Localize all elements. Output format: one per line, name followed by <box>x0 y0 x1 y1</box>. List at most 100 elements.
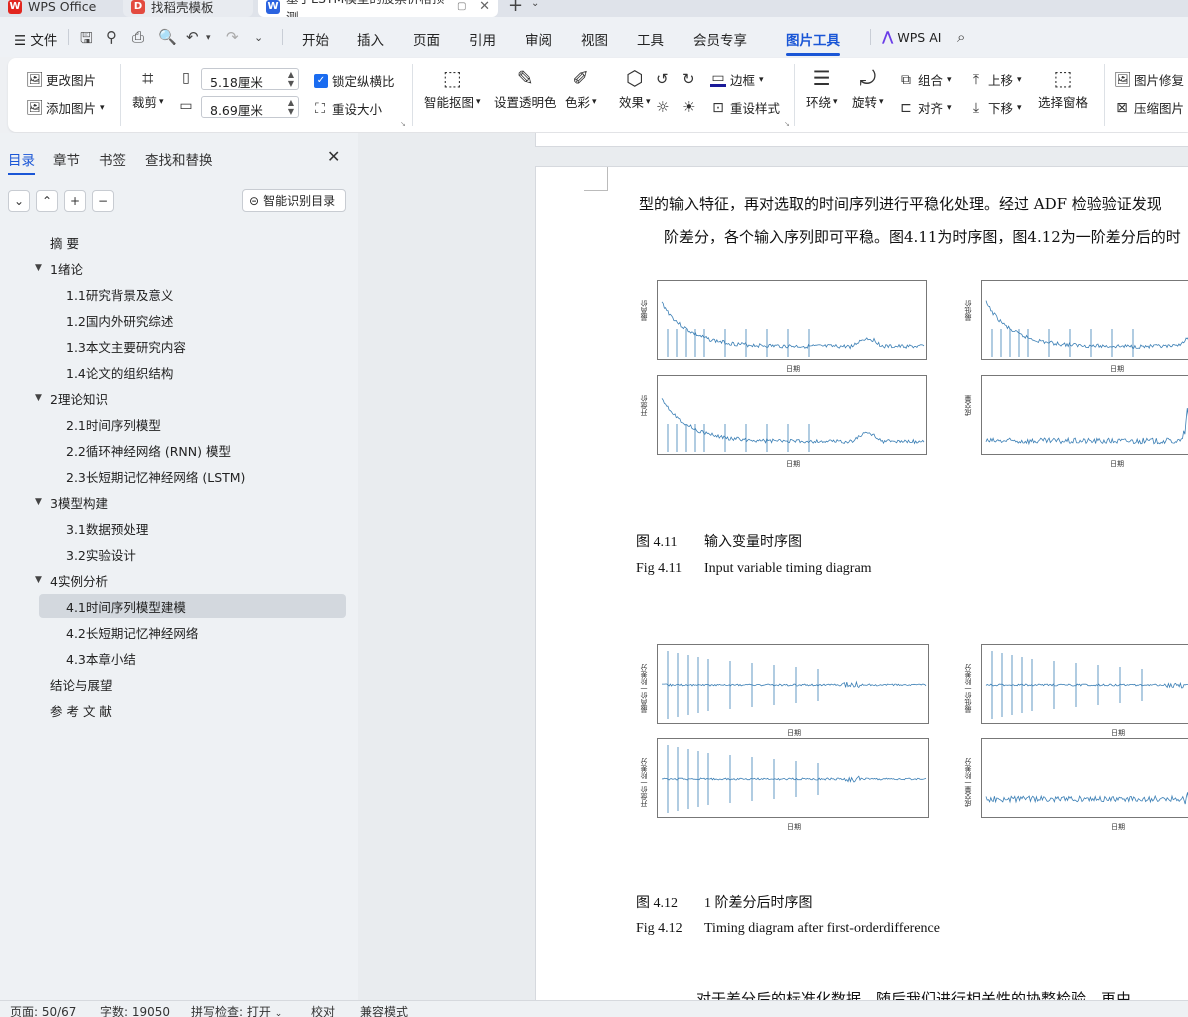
expand-triangle-icon[interactable]: ▼ <box>35 497 42 507</box>
smart-toc-button[interactable]: ⊝ 智能识别目录 <box>242 189 346 212</box>
toc-item[interactable]: 4.3本章小结 <box>66 646 136 670</box>
time-series-plot: 最高价 日期 <box>639 280 939 378</box>
toc-item[interactable]: 2.2循环神经网络 (RNN) 模型 <box>66 438 231 462</box>
toc-item[interactable]: ▼ 1绪论 <box>35 256 83 280</box>
border-button[interactable]: ▭ 边框 ▾ <box>710 70 764 89</box>
wrap-button[interactable]: ☰ 环绕 ▾ <box>806 64 838 111</box>
format-painter-icon[interactable]: ⚲ <box>106 28 117 46</box>
toc-item[interactable]: 摘 要 <box>50 230 79 254</box>
new-tab-icon[interactable]: + <box>508 0 523 16</box>
restore-icon[interactable]: ▢ <box>457 1 466 12</box>
toc-item[interactable]: 3.2实验设计 <box>66 542 136 566</box>
expand-triangle-icon[interactable]: ▼ <box>35 393 42 403</box>
redo-icon[interactable]: ↷ <box>226 28 239 46</box>
menu-home[interactable]: 开始 <box>302 29 329 49</box>
tab-find-replace[interactable]: 查找和替换 <box>145 149 213 169</box>
expand-triangle-icon[interactable]: ▼ <box>35 263 42 273</box>
width-input[interactable]: 5.18厘米 ▲ ▼ <box>201 68 299 90</box>
expand-triangle-icon[interactable]: ▼ <box>35 575 42 585</box>
print-icon[interactable]: ⎙ <box>132 28 144 46</box>
undo-dropdown-icon[interactable]: ▾ <box>206 33 211 43</box>
tab-chapters[interactable]: 章节 <box>53 149 80 169</box>
picture-tools-ribbon: 🖼 更改图片 🖼 添加图片 ▾ ⌗ 裁剪 ▾ ▯ 5.18厘米 ▲ ▼ ▭ 8.69… <box>8 58 1188 132</box>
spell-check-toggle[interactable]: 拼写检查: 打开 ⌄ <box>191 1003 282 1017</box>
menu-membership[interactable]: 会员专享 <box>693 29 747 49</box>
expand-up-button[interactable]: ⌃ <box>36 190 58 212</box>
document-tab[interactable]: W 基于LSTM模型的股票价格预测 ▢ ✕ <box>258 0 498 17</box>
toc-item[interactable]: 4.2长短期记忆神经网络 <box>66 620 198 644</box>
rotate-right-icon[interactable]: ↻ <box>682 70 695 88</box>
set-transparent-button[interactable]: ✎ 设置透明色 <box>494 64 557 111</box>
toc-item-label: 摘 要 <box>50 235 79 251</box>
effects-cube-icon: ⬡ <box>626 66 644 90</box>
brightness-up-icon[interactable]: ☼ <box>656 98 669 116</box>
group-button[interactable]: ⧉ 组合 ▾ <box>898 70 952 89</box>
toc-item[interactable]: 3.1数据预处理 <box>66 516 148 540</box>
search-icon[interactable]: ⌕ <box>957 28 965 46</box>
remove-heading-button[interactable]: − <box>92 190 114 212</box>
dialog-launcher-icon[interactable]: ↘ <box>784 120 790 128</box>
width-icon: ▯ <box>182 70 190 86</box>
tab-bookmarks[interactable]: 书签 <box>99 149 126 169</box>
effects-button[interactable]: ⬡ 效果 ▾ <box>619 64 651 111</box>
toc-item[interactable]: 4.1时间序列模型建模 <box>39 594 346 618</box>
collapse-all-button[interactable]: ⌄ <box>8 190 30 212</box>
bring-forward-button[interactable]: ⤒ 上移 ▾ <box>968 70 1022 89</box>
toc-item[interactable]: ▼ 2理论知识 <box>35 386 108 410</box>
wps-ai-button[interactable]: ⋀ WPS AI <box>882 29 941 45</box>
toc-item[interactable]: ▼ 3模型构建 <box>35 490 108 514</box>
spinner-arrows-icon[interactable]: ▲ ▼ <box>288 70 294 88</box>
change-image-button[interactable]: 🖼 更改图片 <box>26 70 96 89</box>
print-preview-icon[interactable]: 🔍 <box>158 28 177 46</box>
menu-picture-tools[interactable]: 图片工具 <box>786 29 840 56</box>
rotate-button[interactable]: ⤾ 旋转 ▾ <box>852 64 884 111</box>
template-tab[interactable]: D 找稻壳模板 <box>123 0 253 17</box>
toc-item[interactable]: 1.2国内外研究综述 <box>66 308 173 332</box>
close-tab-icon[interactable]: ✕ <box>479 0 490 14</box>
toc-item[interactable]: 1.3本文主要研究内容 <box>66 334 186 358</box>
menu-page[interactable]: 页面 <box>413 29 440 49</box>
toc-item[interactable]: ▼ 4实例分析 <box>35 568 108 592</box>
file-menu[interactable]: ☰ 文件 <box>14 29 57 49</box>
height-input[interactable]: 8.69厘米 ▲ ▼ <box>201 96 299 118</box>
toc-item[interactable]: 参 考 文 献 <box>50 698 112 722</box>
toc-item[interactable]: 2.1时间序列模型 <box>66 412 161 436</box>
send-backward-button[interactable]: ⤓ 下移 ▾ <box>968 98 1022 117</box>
image-repair-button[interactable]: 🖼 图片修复 <box>1114 70 1184 89</box>
smart-cutout-button[interactable]: ⬚ 智能抠图 ▾ <box>424 64 481 111</box>
reset-size-button[interactable]: ⛶ 重设大小 <box>312 99 382 118</box>
menu-review[interactable]: 审阅 <box>525 29 552 49</box>
tab-list-chevron-icon[interactable]: ⌄ <box>531 0 539 9</box>
reset-style-button[interactable]: ⊡ 重设样式 <box>710 98 780 117</box>
proofread-button[interactable]: 校对 <box>311 1003 335 1017</box>
close-pane-icon[interactable]: ✕ <box>327 147 340 166</box>
word-count[interactable]: 字数: 19050 <box>100 1003 170 1017</box>
rotate-left-icon[interactable]: ↺ <box>656 70 669 88</box>
toc-item[interactable]: 1.4论文的组织结构 <box>66 360 173 384</box>
tab-toc[interactable]: 目录 <box>8 149 35 175</box>
menu-references[interactable]: 引用 <box>469 29 496 49</box>
dialog-launcher-icon[interactable]: ↘ <box>400 120 406 128</box>
color-button[interactable]: ✐ 色彩 ▾ <box>565 64 597 111</box>
add-image-button[interactable]: 🖼 添加图片 ▾ <box>26 98 105 117</box>
menu-insert[interactable]: 插入 <box>357 29 384 49</box>
lock-ratio-checkbox[interactable]: ✓ 锁定纵横比 <box>314 71 395 90</box>
spinner-arrows-icon[interactable]: ▲ ▼ <box>288 98 294 116</box>
undo-icon[interactable]: ↶ <box>186 28 199 46</box>
app-tab[interactable]: W WPS Office <box>0 0 118 17</box>
align-button[interactable]: ⊏ 对齐 ▾ <box>898 98 951 117</box>
page-indicator[interactable]: 页面: 50/67 <box>10 1003 76 1017</box>
save-icon[interactable]: 🖫 <box>80 28 93 53</box>
more-chevron-icon[interactable]: ⌄ <box>254 31 263 44</box>
selection-pane-button[interactable]: ⬚ 选择窗格 <box>1038 64 1088 111</box>
border-label: 边框 <box>730 73 756 88</box>
toc-item[interactable]: 2.3长短期记忆神经网络 (LSTM) <box>66 464 245 488</box>
menu-view[interactable]: 视图 <box>581 29 608 49</box>
compress-image-button[interactable]: ⊠ 压缩图片 <box>1114 98 1184 117</box>
toc-item[interactable]: 结论与展望 <box>50 672 113 696</box>
crop-button[interactable]: ⌗ 裁剪 ▾ <box>132 64 164 111</box>
menu-tools[interactable]: 工具 <box>637 29 664 49</box>
toc-item[interactable]: 1.1研究背景及意义 <box>66 282 173 306</box>
add-heading-button[interactable]: + <box>64 190 86 212</box>
brightness-down-icon[interactable]: ☀ <box>682 98 695 116</box>
